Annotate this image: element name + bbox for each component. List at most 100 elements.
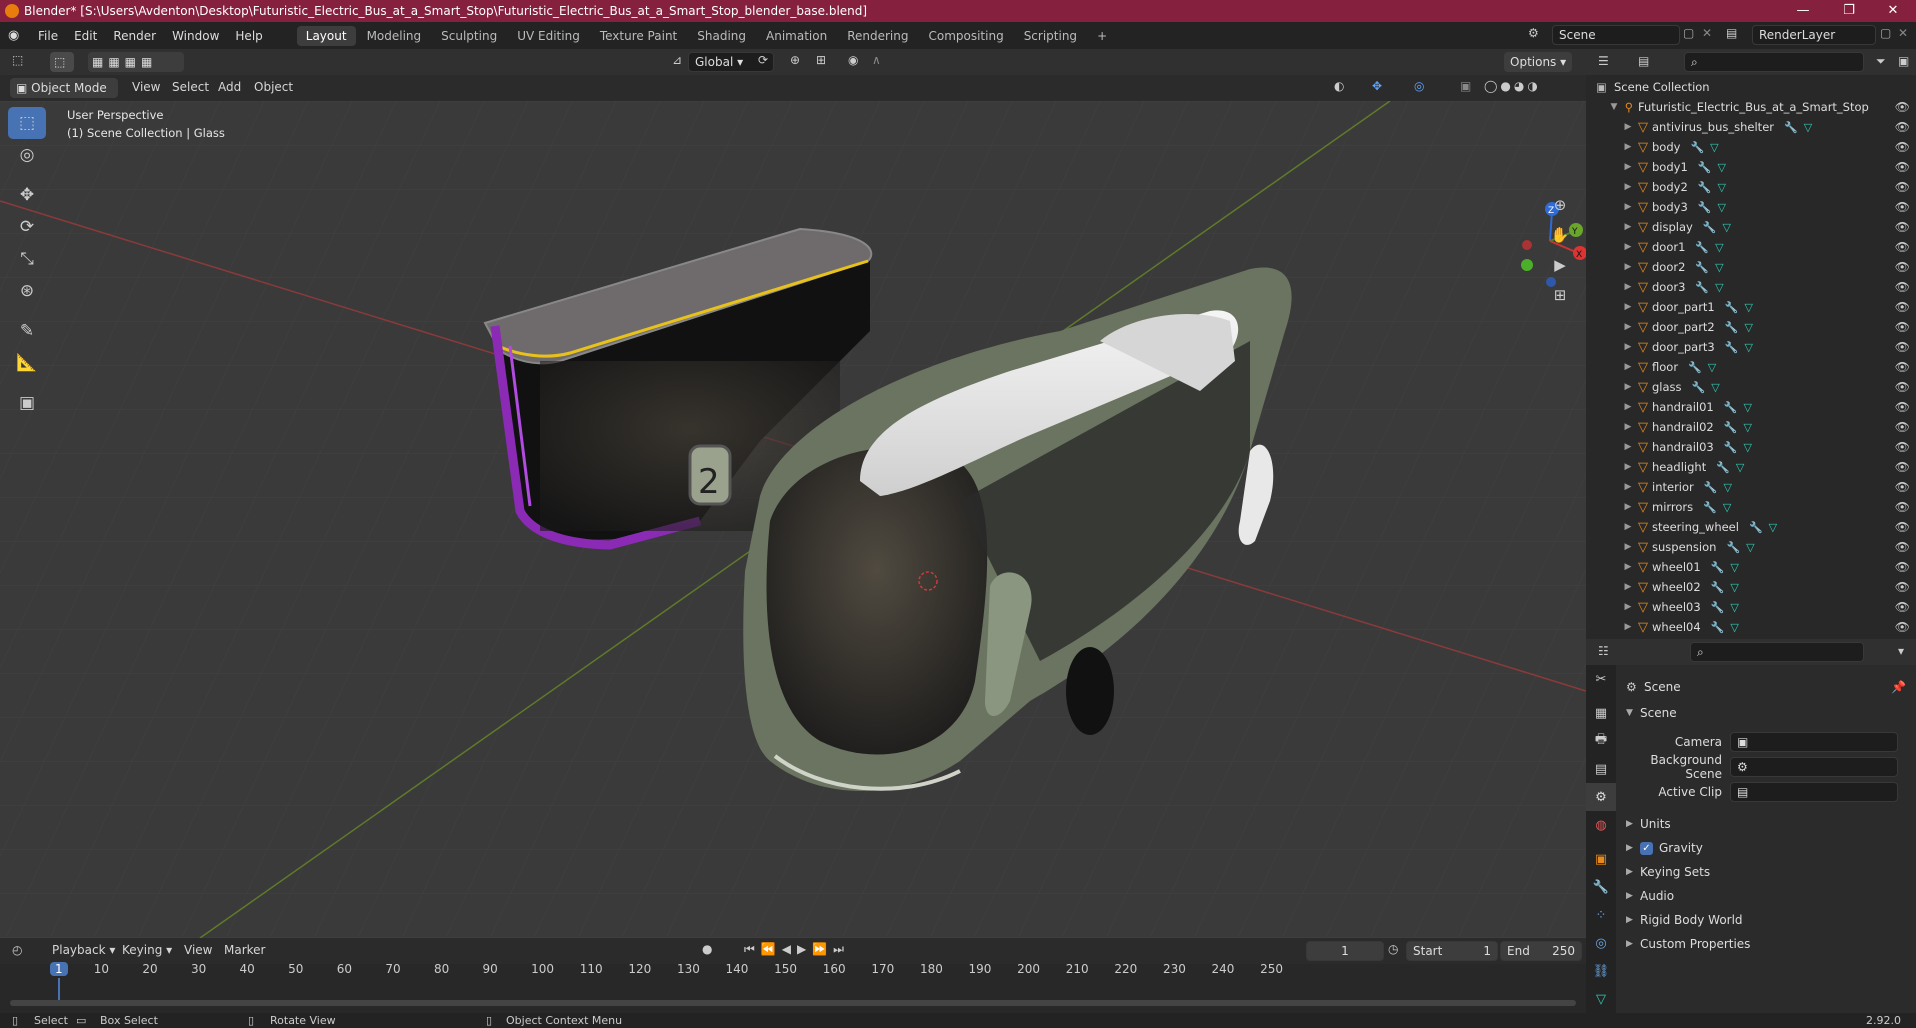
visibility-eye-icon[interactable]: 👁 xyxy=(1895,320,1910,334)
menu-file[interactable]: File xyxy=(30,29,66,43)
modifier-wrench-icon[interactable]: 🔧 xyxy=(1711,561,1725,574)
visibility-eye-icon[interactable]: 👁 xyxy=(1895,140,1910,154)
filter-icon[interactable]: ⏷ xyxy=(1876,54,1886,69)
mesh-data-icon[interactable]: ▽ xyxy=(1717,161,1725,174)
pin-icon[interactable]: 📌 xyxy=(1891,680,1906,694)
modifier-wrench-icon[interactable]: 🔧 xyxy=(1725,301,1739,314)
modifier-wrench-icon[interactable]: 🔧 xyxy=(1725,321,1739,334)
tab-modeling[interactable]: Modeling xyxy=(358,26,431,46)
scale-tool-icon[interactable]: ⤡ xyxy=(8,243,46,275)
expand-icon[interactable]: ▶ xyxy=(1622,222,1634,232)
visibility-eye-icon[interactable]: 👁 xyxy=(1895,220,1910,234)
expand-icon[interactable]: ▶ xyxy=(1622,262,1634,272)
expand-icon[interactable]: ▶ xyxy=(1622,382,1634,392)
tab-compositing[interactable]: Compositing xyxy=(919,26,1012,46)
modifier-wrench-icon[interactable]: 🔧 xyxy=(1692,381,1706,394)
object-tab-icon[interactable]: ▣ xyxy=(1586,845,1616,873)
expand-icon[interactable]: ▶ xyxy=(1622,462,1634,472)
data-tab-icon[interactable]: ▽ xyxy=(1586,985,1616,1013)
outliner-item[interactable]: ▶ ▽ floor 🔧 ▽ 👁 xyxy=(1586,357,1916,377)
modifier-wrench-icon[interactable]: 🔧 xyxy=(1688,361,1702,374)
tab-uv-editing[interactable]: UV Editing xyxy=(508,26,589,46)
outliner-item[interactable]: ▶ ▽ handrail03 🔧 ▽ 👁 xyxy=(1586,437,1916,457)
scene-collection-row[interactable]: ▣ Scene Collection xyxy=(1586,77,1916,97)
editor-type-icon[interactable]: ⬚ xyxy=(12,53,23,67)
transform-tool-icon[interactable]: ⊛ xyxy=(8,275,46,307)
expand-icon[interactable]: ▼ xyxy=(1608,102,1620,112)
visibility-eye-icon[interactable]: 👁 xyxy=(1895,300,1910,314)
shading-modes-icons[interactable]: ◯●◕◑ xyxy=(1484,79,1541,93)
expand-icon[interactable]: ▶ xyxy=(1622,622,1634,632)
particles-tab-icon[interactable]: ⁘ xyxy=(1586,901,1616,929)
outliner-item[interactable]: ▶ ▽ headlight 🔧 ▽ 👁 xyxy=(1586,457,1916,477)
mesh-data-icon[interactable]: ▽ xyxy=(1730,581,1738,594)
modifier-wrench-icon[interactable]: 🔧 xyxy=(1695,261,1709,274)
mesh-data-icon[interactable]: ▽ xyxy=(1715,261,1723,274)
mesh-data-icon[interactable]: ▽ xyxy=(1743,401,1751,414)
modifier-wrench-icon[interactable]: 🔧 xyxy=(1724,441,1738,454)
modifier-wrench-icon[interactable]: 🔧 xyxy=(1695,281,1709,294)
property-section[interactable]: ▶ Keying Sets xyxy=(1626,860,1910,884)
visibility-eye-icon[interactable]: 👁 xyxy=(1895,360,1910,374)
move-tool-icon[interactable]: ✥ xyxy=(8,179,46,211)
snap-target-icon[interactable]: ⊞ xyxy=(816,53,826,67)
expand-icon[interactable]: ▶ xyxy=(1622,242,1634,252)
property-section[interactable]: ▶ Rigid Body World xyxy=(1626,908,1910,932)
outliner-item[interactable]: ▶ ▽ glass 🔧 ▽ 👁 xyxy=(1586,377,1916,397)
properties-editor-icon[interactable]: ☷ xyxy=(1598,644,1609,658)
visibility-eye-icon[interactable]: 👁 xyxy=(1895,380,1910,394)
snap-icon[interactable]: ⊕ xyxy=(790,53,800,67)
scene-selector[interactable]: Scene xyxy=(1552,25,1680,45)
expand-icon[interactable]: ▶ xyxy=(1622,542,1634,552)
close-button[interactable]: ✕ xyxy=(1870,0,1916,22)
menu-render[interactable]: Render xyxy=(105,29,164,43)
expand-icon[interactable]: ▶ xyxy=(1622,282,1634,292)
render-tab-icon[interactable]: ▦ xyxy=(1586,699,1616,727)
mesh-data-icon[interactable]: ▽ xyxy=(1730,621,1738,634)
modifier-tab-icon[interactable]: 🔧 xyxy=(1586,873,1616,901)
modifier-wrench-icon[interactable]: 🔧 xyxy=(1690,141,1704,154)
view-layer-tab-icon[interactable]: ▤ xyxy=(1586,755,1616,783)
visibility-eye-icon[interactable]: 👁 xyxy=(1895,540,1910,554)
expand-icon[interactable]: ▶ xyxy=(1622,562,1634,572)
cursor-tool-icon[interactable]: ◎ xyxy=(8,139,46,171)
modifier-wrench-icon[interactable]: 🔧 xyxy=(1711,581,1725,594)
outliner-item[interactable]: ▶ ▽ door2 🔧 ▽ 👁 xyxy=(1586,257,1916,277)
modifier-wrench-icon[interactable]: 🔧 xyxy=(1703,501,1717,514)
expand-icon[interactable]: ▶ xyxy=(1622,342,1634,352)
tab-rendering[interactable]: Rendering xyxy=(838,26,917,46)
pan-hand-icon[interactable]: ✋ xyxy=(1548,223,1572,247)
new-collection-icon[interactable]: ▣ xyxy=(1898,54,1909,68)
outliner-item[interactable]: ▶ ▽ door_part2 🔧 ▽ 👁 xyxy=(1586,317,1916,337)
new-scene-icon[interactable]: ▢ xyxy=(1683,26,1694,40)
render-layer-selector[interactable]: RenderLayer xyxy=(1752,25,1876,45)
mesh-data-icon[interactable]: ▽ xyxy=(1711,381,1719,394)
expand-icon[interactable]: ▶ xyxy=(1622,142,1634,152)
mesh-data-icon[interactable]: ▽ xyxy=(1743,421,1751,434)
annotate-tool-icon[interactable]: ✎ xyxy=(8,315,46,347)
menu-edit[interactable]: Edit xyxy=(66,29,105,43)
outliner-item[interactable]: ▶ ▽ handrail02 🔧 ▽ 👁 xyxy=(1586,417,1916,437)
active-clip-field[interactable]: ▤ xyxy=(1730,781,1898,802)
overlay-toggle-icon[interactable]: ◎ xyxy=(1414,79,1424,93)
constraints-tab-icon[interactable]: ⛓ xyxy=(1586,957,1616,985)
visibility-eye-icon[interactable]: 👁 xyxy=(1895,100,1910,114)
scene-tab-icon[interactable]: ⚙ xyxy=(1586,783,1616,811)
menu-help[interactable]: Help xyxy=(227,29,270,43)
expand-icon[interactable]: ▶ xyxy=(1622,582,1634,592)
expand-icon[interactable]: ▶ xyxy=(1622,442,1634,452)
expand-icon[interactable]: ▶ xyxy=(1622,202,1634,212)
mesh-data-icon[interactable]: ▽ xyxy=(1769,521,1777,534)
expand-icon[interactable]: ▶ xyxy=(1622,502,1634,512)
property-section[interactable]: ▶ Audio xyxy=(1626,884,1910,908)
outliner-item[interactable]: ▶ ▽ body2 🔧 ▽ 👁 xyxy=(1586,177,1916,197)
mesh-data-icon[interactable]: ▽ xyxy=(1736,461,1744,474)
ortho-grid-icon[interactable]: ⊞ xyxy=(1548,283,1572,307)
outliner-item[interactable]: ▶ ▽ body 🔧 ▽ 👁 xyxy=(1586,137,1916,157)
gravity-checkbox[interactable]: ✓ xyxy=(1640,841,1653,855)
modifier-wrench-icon[interactable]: 🔧 xyxy=(1703,221,1717,234)
3d-viewport[interactable]: 2 Z Y X User Perspective (1) Scene Colle… xyxy=(0,101,1586,938)
mode-dropdown[interactable]: ▣ Object Mode ▾ xyxy=(10,78,118,115)
viewport-menu-select[interactable]: Select xyxy=(172,80,209,94)
physics-tab-icon[interactable]: ◎ xyxy=(1586,929,1616,957)
